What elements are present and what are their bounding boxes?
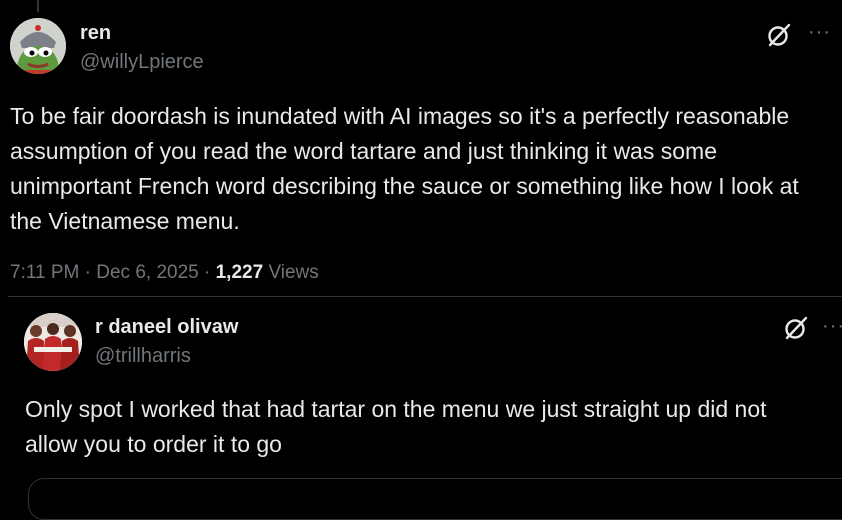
avatar[interactable] [24,313,82,371]
reply-author-display-name[interactable]: r daneel olivaw [95,316,238,339]
author-handle[interactable]: @willyLpierce [80,51,204,74]
meta-separator: · [84,262,91,283]
post-date[interactable]: Dec 6, 2025 [96,262,198,283]
views-count: 1,227 [215,262,264,283]
reply-author-handle[interactable]: @trillharris [95,345,191,368]
frog-avatar-image [10,18,66,74]
avatar[interactable] [10,18,66,74]
author-display-name[interactable]: ren [80,22,111,45]
grok-icon[interactable] [766,22,792,48]
more-icon[interactable]: ··· [808,22,831,42]
post-metadata: 7:11 PM · Dec 6, 2025 · 1,227 Views [10,262,319,284]
meta-separator: · [204,262,211,283]
more-icon[interactable]: ··· [822,316,842,336]
views-label: Views [268,262,319,283]
tweet-text: To be fair doordash is inundated with AI… [10,103,799,234]
reply-text: Only spot I worked that had tartar on th… [25,396,767,457]
group-photo-avatar-image [24,313,82,371]
grok-icon[interactable] [783,315,809,341]
main-post: ren @willyLpierce ··· To be fair doordas… [0,0,842,296]
post-time[interactable]: 7:11 PM [10,262,79,283]
embedded-card[interactable] [28,478,842,520]
